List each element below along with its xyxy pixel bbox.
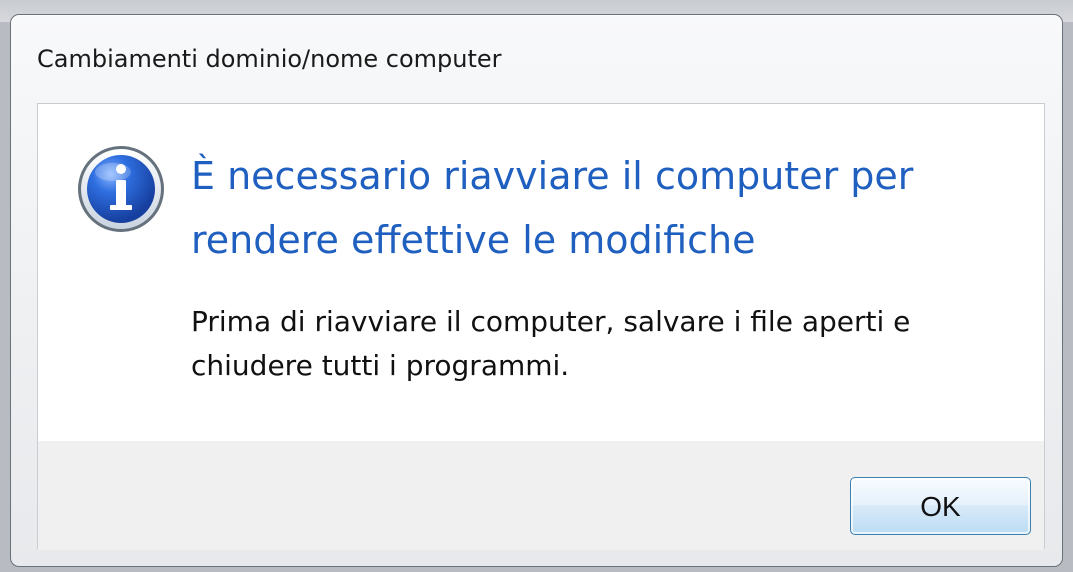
message-panel: È necessario riavviare il computer per r… — [38, 104, 1044, 441]
dialog-footer: OK — [38, 441, 1044, 550]
dialog-content: È necessario riavviare il computer per r… — [37, 103, 1045, 550]
restart-required-dialog: Cambiamenti dominio/nome computer È nece… — [10, 14, 1063, 567]
info-icon — [78, 146, 164, 232]
dialog-message: Prima di riavviare il computer, salvare … — [191, 305, 911, 382]
dialog-title-bar[interactable]: Cambiamenti dominio/nome computer — [11, 15, 1062, 103]
dialog-heading: È necessario riavviare il computer per r… — [191, 154, 914, 262]
ok-button[interactable]: OK — [850, 477, 1031, 535]
dialog-title: Cambiamenti dominio/nome computer — [37, 45, 502, 73]
